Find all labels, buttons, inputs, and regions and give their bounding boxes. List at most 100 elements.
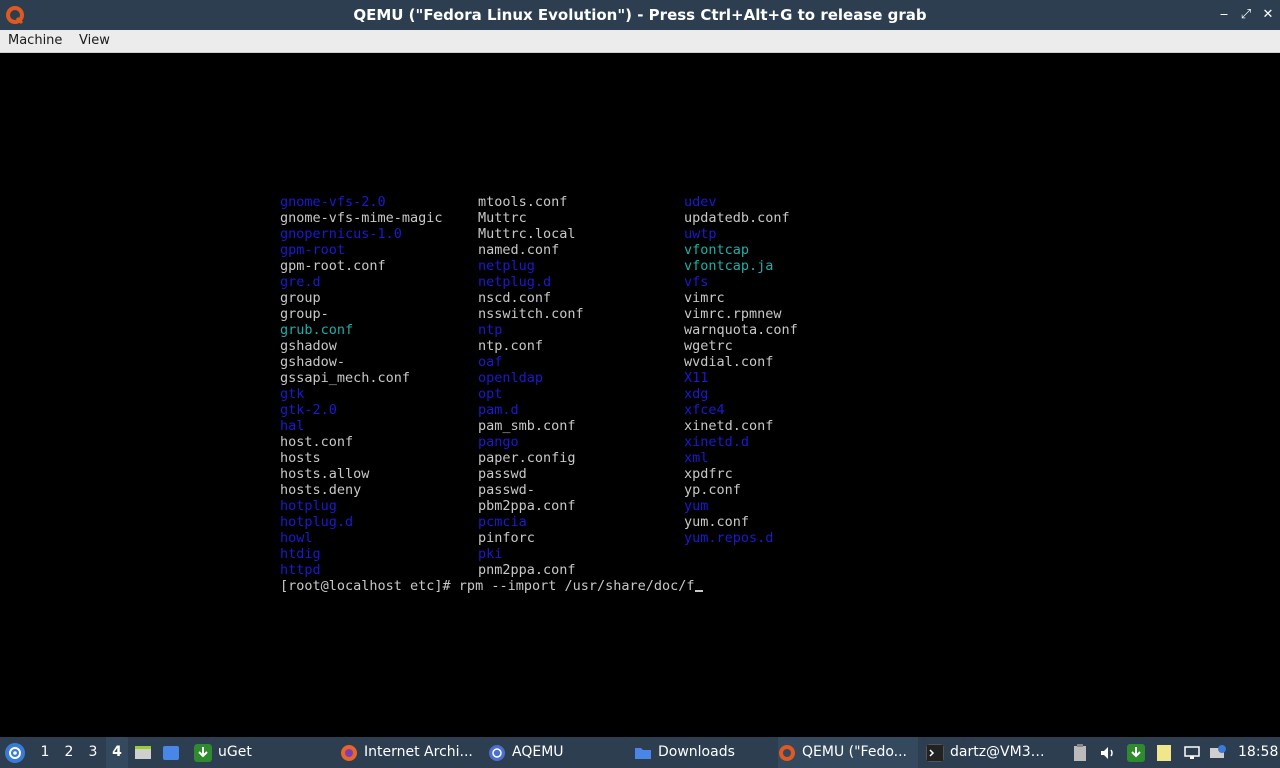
terminal-entry: hal xyxy=(280,418,305,434)
aqemu-icon xyxy=(489,744,505,761)
task-label: Internet Archi... xyxy=(364,744,473,760)
terminal-entry: updatedb.conf xyxy=(684,210,790,226)
terminal-entry: xinetd.d xyxy=(684,434,750,450)
show-desktop-icon xyxy=(135,745,151,759)
terminal-entry: yum.repos.d xyxy=(684,530,774,546)
window-icon xyxy=(163,745,179,760)
terminal-entry: xdg xyxy=(684,386,709,402)
task-firefox[interactable]: Internet Archi... xyxy=(340,737,480,768)
terminal-entry: vimrc.rpmnew xyxy=(684,306,782,322)
terminal-entry: htdig xyxy=(280,546,321,562)
terminal-entry: gshadow- xyxy=(280,354,346,370)
terminal-prompt-line: [root@localhost etc]# rpm --import /usr/… xyxy=(280,578,703,594)
terminal-entry: openldap xyxy=(478,370,544,386)
tray-volume[interactable] xyxy=(1098,737,1118,768)
task-label: Downloads xyxy=(658,744,735,760)
window-titlebar[interactable]: QEMU ("Fedora Linux Evolution") - Press … xyxy=(0,0,1280,30)
terminal-cursor xyxy=(694,590,703,592)
workspace-3[interactable]: 3 xyxy=(82,737,104,768)
task-downloads[interactable]: Downloads xyxy=(634,737,772,768)
file-manager-launcher[interactable] xyxy=(162,737,182,768)
terminal-entry: pam.d xyxy=(478,402,519,418)
start-menu-button[interactable] xyxy=(4,737,28,768)
terminal-entry: yum xyxy=(684,498,709,514)
terminal-column-1: gnome-vfs-2.0 gnome-vfs-mime-magic gnopern… xyxy=(280,194,443,578)
updates-icon xyxy=(1210,744,1226,758)
terminal-prompt: [root@localhost etc]# rpm --import /usr/… xyxy=(280,578,695,594)
terminal-entry: nsswitch.conf xyxy=(478,306,584,322)
tray-notes[interactable] xyxy=(1154,737,1174,768)
terminal-entry: vimrc xyxy=(684,290,725,306)
terminal-entry: wgetrc xyxy=(684,338,733,354)
terminal-entry: Muttrc.local xyxy=(478,226,576,242)
terminal-entry: vfontcap xyxy=(684,242,750,258)
notes-icon xyxy=(1157,744,1171,761)
minimize-button[interactable]: ‒ xyxy=(1214,5,1234,25)
terminal-entry: pam_smb.conf xyxy=(478,418,576,434)
workspace-1[interactable]: 1 xyxy=(34,737,56,768)
terminal-entry: howl xyxy=(280,530,313,546)
terminal-entry: X11 xyxy=(684,370,709,386)
workspace-2[interactable]: 2 xyxy=(58,737,80,768)
menu-view[interactable]: View xyxy=(79,30,110,52)
window-title: QEMU ("Fedora Linux Evolution") - Press … xyxy=(353,6,927,24)
terminal-entry: hosts.allow xyxy=(280,466,370,482)
task-aqemu[interactable]: AQEMU xyxy=(488,737,628,768)
show-desktop-button[interactable] xyxy=(134,737,154,768)
task-label: dartz@VM3: ~ xyxy=(950,744,1048,760)
taskbar: 1 2 3 4 uGet Internet Archi... AQEMU Dow… xyxy=(0,737,1280,768)
clock[interactable]: 18:58 xyxy=(1238,737,1278,768)
terminal-entry: vfs xyxy=(684,274,709,290)
terminal-entry: pango xyxy=(478,434,519,450)
terminal-entry: xinetd.conf xyxy=(684,418,774,434)
qemu-icon xyxy=(779,744,795,761)
restore-button[interactable]: ⤢ xyxy=(1236,5,1256,25)
terminal-entry: pinforc xyxy=(478,530,535,546)
workspace-4[interactable]: 4 xyxy=(106,737,128,768)
tray-clipboard[interactable] xyxy=(1070,737,1090,768)
task-label: uGet xyxy=(218,744,252,760)
start-menu-icon xyxy=(5,742,25,763)
terminal-entry: gtk xyxy=(280,386,305,402)
menu-machine[interactable]: Machine xyxy=(8,30,62,52)
terminal-entry: hosts.deny xyxy=(280,482,362,498)
terminal-entry: wvdial.conf xyxy=(684,354,774,370)
tray-uget[interactable] xyxy=(1126,737,1146,768)
terminal-entry: nscd.conf xyxy=(478,290,552,306)
terminal-entry: vfontcap.ja xyxy=(684,258,774,274)
terminal-entry: named.conf xyxy=(478,242,560,258)
terminal-entry: opt xyxy=(478,386,503,402)
task-terminal[interactable]: dartz@VM3: ~ xyxy=(926,737,1048,768)
terminal-entry: ntp xyxy=(478,322,503,338)
terminal-entry: gre.d xyxy=(280,274,321,290)
terminal-entry: xml xyxy=(684,450,709,466)
terminal-entry: hosts xyxy=(280,450,321,466)
folder-icon xyxy=(635,747,651,759)
task-label: QEMU ("Fedo... xyxy=(802,744,907,760)
terminal-entry: netplug xyxy=(478,258,535,274)
terminal-entry: gnopernicus-1.0 xyxy=(280,226,402,242)
terminal-entry: paper.config xyxy=(478,450,576,466)
terminal-entry: warnquota.conf xyxy=(684,322,798,338)
terminal-entry: gshadow xyxy=(280,338,337,354)
terminal-entry: hotplug xyxy=(280,498,337,514)
terminal-entry: ntp.conf xyxy=(478,338,544,354)
tray-network[interactable] xyxy=(1182,737,1202,768)
task-qemu[interactable]: QEMU ("Fedo... xyxy=(778,737,918,768)
vm-display[interactable]: gnome-vfs-2.0 gnome-vfs-mime-magic gnopern… xyxy=(0,53,1280,737)
menubar: Machine View xyxy=(0,30,1280,53)
terminal-entry: gpm-root xyxy=(280,242,346,258)
terminal-entry: xfce4 xyxy=(684,402,725,418)
terminal-icon xyxy=(926,743,944,762)
task-uget[interactable]: uGet xyxy=(194,737,334,768)
terminal-entry: gnome-vfs-mime-magic xyxy=(280,210,443,226)
terminal-entry: oaf xyxy=(478,354,503,370)
terminal-entry: Muttrc xyxy=(478,210,527,226)
close-button[interactable]: ✕ xyxy=(1258,5,1278,25)
tray-updates[interactable] xyxy=(1208,737,1228,768)
uget-tray-icon xyxy=(1127,743,1145,762)
terminal-entry: group- xyxy=(280,306,329,322)
terminal-entry: udev xyxy=(684,194,717,210)
terminal-entry: pnm2ppa.conf xyxy=(478,562,576,578)
terminal-entry: gpm-root.conf xyxy=(280,258,386,274)
